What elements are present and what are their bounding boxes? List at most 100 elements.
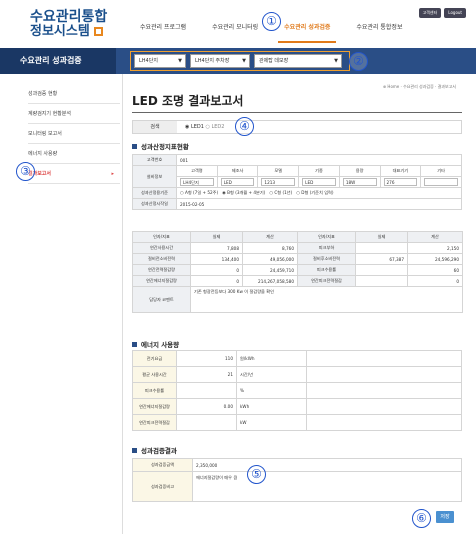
equip-field[interactable]: LED <box>302 178 336 186</box>
help-center-button[interactable]: 고객센터 <box>418 8 442 18</box>
period-radio-b[interactable]: ◉ B형 (3개월 + 4분기) <box>222 190 265 195</box>
table-row: 전기요금 110 원/kWh <box>132 350 462 367</box>
metric-cell: 절비전소비전력 <box>132 253 191 265</box>
table-row: 연간피크전력절감 kW <box>132 414 462 431</box>
energy-value[interactable] <box>176 382 237 399</box>
marker-1: ① <box>262 12 281 31</box>
sidebar-divider <box>122 74 123 534</box>
equip-field[interactable]: LED <box>220 178 255 186</box>
amount-value[interactable]: 2,350,000 <box>192 458 462 472</box>
led-radio-row: 검색 ◉ LED1 ○ LED2 <box>132 120 462 134</box>
metric-cell: 연간전력절감량 <box>132 264 191 276</box>
energy-label: 평균 사용시간 <box>132 366 177 383</box>
energy-label: 전기요금 <box>132 350 177 367</box>
page: 수요관리통합 정보시스템 고객센터 Logout 수요관리 프로그램 수요관리 … <box>0 0 476 539</box>
nav-monitoring[interactable]: 수요관리 모니터링 <box>212 22 258 31</box>
metric-cell: 피크부하 <box>297 242 356 254</box>
radio-led2[interactable]: ○ LED2 <box>206 124 225 130</box>
comment-textarea[interactable]: 기존 형광전등보다 300 Kw 이 절감량을 확인 <box>190 286 463 313</box>
complex-select[interactable]: LH4단지 ▼ <box>134 54 186 68</box>
section-bullet-icon <box>132 143 137 149</box>
energy-unit: 원/kWh <box>236 350 307 367</box>
sidebar-item-status[interactable]: 성과검증 현황 <box>28 84 120 104</box>
table-row: 인자/지표 실제 계산 인자/지표 실제 계산 <box>132 231 463 243</box>
metric-cell: 피크수용률 <box>297 264 356 276</box>
device-select[interactable]: 관제탑 데모장 ▼ <box>254 54 342 68</box>
metric-cell: 연간에너지절감량 <box>132 275 191 287</box>
nav-integrated[interactable]: 수요관리 통합정보 <box>356 22 402 31</box>
equip-header: 제조사 <box>216 165 259 177</box>
sidebar-item-energy[interactable]: 에너지 사용량 <box>28 144 120 164</box>
equip-field[interactable] <box>424 177 458 186</box>
save-button[interactable]: 저장 <box>436 511 454 523</box>
period-radio-c[interactable]: ○ C형 (1년) <box>269 190 292 195</box>
table-row: LH4단지 LED 1213 LED 18W 276 <box>133 176 462 188</box>
table-row: 성과검증비고 에너지절감량이 매우 큼 <box>132 471 462 502</box>
metric-cell: 0 <box>407 275 463 287</box>
metric-cell: 2,150 <box>407 242 463 254</box>
table-row: 연간전력절감량 0 24,459,710 피크수용률 60 <box>132 264 463 276</box>
table-row: 연간에너지절감량 0 214,267,058,580 연간피크전력절감 0 <box>132 275 463 287</box>
marker-2: ② <box>349 52 368 71</box>
metric-cell: 60 <box>407 264 463 276</box>
energy-label: 피크수용률 <box>132 382 177 399</box>
nav-performance[interactable]: 수요관리 성과검증 <box>284 22 330 31</box>
global-nav: 수요관리 프로그램 수요관리 모니터링 수요관리 성과검증 수요관리 통합정보 <box>140 22 428 31</box>
equip-field[interactable]: LH4단지 <box>180 178 214 186</box>
equip-header: 대표기기 <box>379 165 422 177</box>
table-row: 설비정보 고객명 제조사 모델 기종 용량 대표기기 기타 <box>132 165 462 188</box>
period-radio-d[interactable]: ○ D형 (기준치 입력) <box>296 190 333 195</box>
metric-cell: 연간사용시간 <box>132 242 191 254</box>
sidebar-item-result-report[interactable]: 결과보고서 <box>28 164 120 184</box>
radio-led1[interactable]: ◉ LED1 <box>185 124 204 130</box>
table-row: 고객번호 001 <box>132 154 462 166</box>
metric-cell: 8,760 <box>242 242 298 254</box>
logo-line2: 정보시스템 <box>30 23 90 39</box>
period-radio-a[interactable]: ○ A형 (7일 + 52주) <box>180 190 218 195</box>
energy-empty <box>306 414 462 431</box>
note-textarea[interactable]: 에너지절감량이 매우 큼 <box>192 471 462 502</box>
table-row: 성과검증금액 2,350,000 <box>132 458 462 472</box>
page-title: LED 조명 결과보고서 <box>132 94 244 108</box>
breadcrumb: ⊕ Home · 수요관리 성과검증 · 결과보고서 <box>382 84 456 89</box>
marker-3: ③ <box>16 162 35 181</box>
metric-cell: 67,387 <box>355 253 408 265</box>
metric-cell: 49,056,000 <box>242 253 298 265</box>
date-value[interactable]: 2015-02-05 <box>176 198 462 210</box>
metric-cell: 0 <box>190 264 243 276</box>
energy-value[interactable]: 21 <box>176 366 237 383</box>
energy-value[interactable] <box>176 414 237 431</box>
equip-field[interactable]: 1213 <box>261 178 296 186</box>
date-label: 성과산정시작일 <box>132 198 177 210</box>
equip-field[interactable]: 276 <box>383 178 418 186</box>
site-select-value: LH4단지 주차장 <box>195 58 230 64</box>
table-row: 연간에너지절감량 0.00 kWh <box>132 398 462 415</box>
radio-label: 검색 <box>133 121 177 133</box>
metric-cell: 절비후소비전력 <box>297 253 356 265</box>
energy-unit: 시간/년 <box>236 366 307 383</box>
chevron-down-icon: ▼ <box>242 58 246 64</box>
site-select[interactable]: LH4단지 주차장 ▼ <box>190 54 250 68</box>
logout-button[interactable]: Logout <box>444 8 466 18</box>
sidebar-item-analysis[interactable]: 계량검지기 현황분석 <box>28 104 120 124</box>
nav-program[interactable]: 수요관리 프로그램 <box>140 22 186 31</box>
section-bullet-icon <box>132 447 137 453</box>
metric-cell: 24,459,710 <box>242 264 298 276</box>
logo[interactable]: 수요관리통합 정보시스템 <box>30 10 107 38</box>
sidebar-item-monitoring-report[interactable]: 모니터링 보고서 <box>28 124 120 144</box>
energy-value[interactable]: 110 <box>176 350 237 367</box>
section-title: 수요관리 성과검증 <box>0 48 116 74</box>
equip-field[interactable]: 18W <box>342 178 377 186</box>
logo-mark-icon <box>93 27 103 36</box>
energy-unit: kW <box>236 414 307 431</box>
equip-table: 고객번호 001 설비정보 고객명 제조사 모델 기종 용량 대표기기 기타 L… <box>132 154 462 210</box>
energy-unit: % <box>236 382 307 399</box>
table-row: 담당자 코멘트 기존 형광전등보다 300 Kw 이 절감량을 확인 <box>132 286 463 313</box>
equip-header: 모델 <box>257 165 300 177</box>
marker-5: ⑤ <box>247 465 266 484</box>
energy-value[interactable]: 0.00 <box>176 398 237 415</box>
energy-empty <box>306 350 462 367</box>
energy-empty <box>306 382 462 399</box>
metric-cell <box>355 242 408 254</box>
note-label: 성과검증비고 <box>132 471 193 502</box>
